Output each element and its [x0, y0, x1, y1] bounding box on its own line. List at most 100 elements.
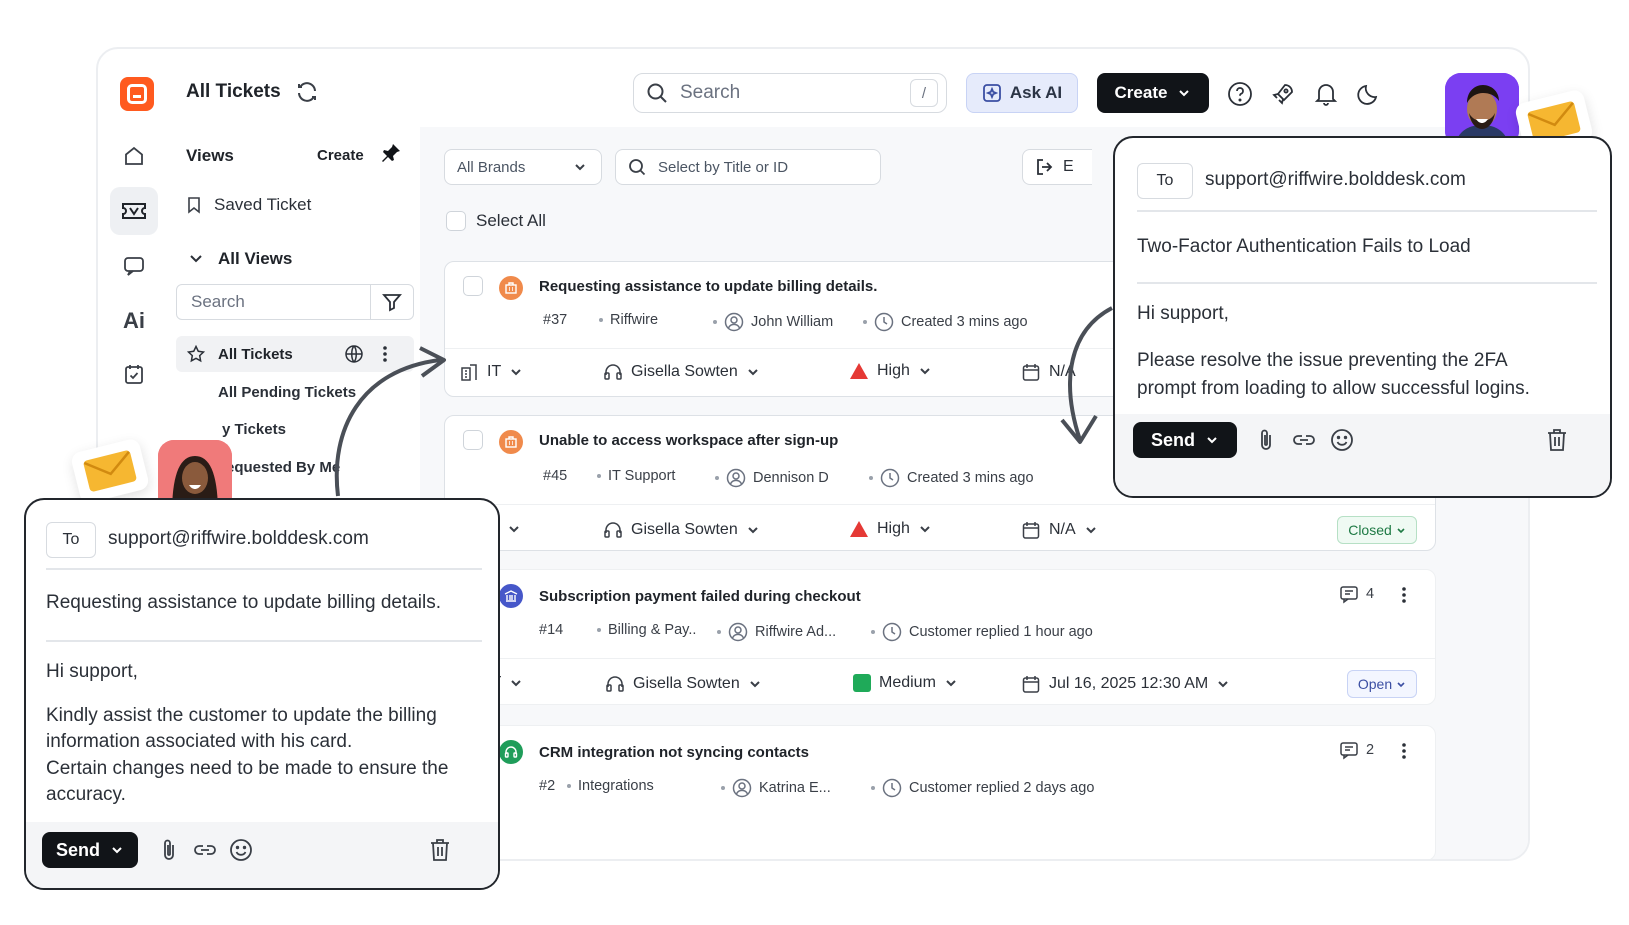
compose-footer: Send [1115, 414, 1610, 496]
more-options-icon[interactable] [1401, 742, 1407, 760]
link-icon[interactable] [1291, 428, 1317, 452]
chevron-down-icon [511, 680, 521, 687]
message-body-line[interactable]: accuracy. [46, 782, 126, 808]
task-icon[interactable] [110, 350, 158, 398]
pin-icon[interactable] [380, 142, 402, 164]
agent-dropdown[interactable]: Gisella Sowten [605, 674, 762, 694]
divider [1137, 210, 1597, 212]
ticket-checkbox[interactable] [463, 276, 483, 296]
group-dropdown[interactable]: IT [459, 362, 523, 382]
status-badge[interactable]: Closed [1337, 516, 1417, 544]
ticket-time-label: Created 3 mins ago [901, 314, 1028, 330]
comment-count[interactable]: 4 [1339, 584, 1374, 604]
ticket-select-placeholder: Select by Title or ID [658, 158, 789, 176]
ai-icon[interactable]: Ai [110, 297, 158, 345]
ticket-title[interactable]: Requesting assistance to update billing … [539, 278, 877, 295]
home-icon[interactable] [110, 132, 158, 180]
all-views-toggle[interactable]: All Views [188, 249, 292, 269]
select-all-checkbox[interactable] [446, 211, 466, 231]
agent-dropdown[interactable]: Gisella Sowten [603, 362, 760, 382]
star-icon[interactable] [187, 345, 205, 363]
message-body-line[interactable]: Please resolve the issue preventing the … [1137, 348, 1508, 374]
chevron-down-icon [575, 164, 585, 171]
views-search[interactable]: Search [176, 284, 414, 320]
status-badge[interactable]: Open [1347, 670, 1417, 698]
export-button[interactable]: E [1022, 149, 1092, 185]
saved-ticket-label: Saved Ticket [214, 195, 312, 214]
views-search-input[interactable]: Search [191, 292, 370, 312]
chevron-down-icon [1218, 681, 1228, 688]
ticket-contact: Katrina E... [721, 778, 831, 798]
message-body-line[interactable]: information associated with his card. [46, 729, 352, 755]
message-greeting[interactable]: Hi support, [46, 659, 138, 685]
ticket-card[interactable]: Subscription payment failed during check… [444, 569, 1436, 705]
priority-dropdown[interactable]: Medium [853, 674, 958, 692]
send-button[interactable]: Send [1133, 422, 1237, 458]
message-greeting[interactable]: Hi support, [1137, 301, 1229, 327]
ask-ai-button[interactable]: Ask AI [966, 73, 1078, 113]
ticket-checkbox[interactable] [463, 430, 483, 450]
global-search[interactable]: Search / [633, 73, 947, 113]
ticket-brand-icon [499, 584, 523, 608]
trash-icon[interactable] [428, 837, 452, 863]
message-body-line[interactable]: Certain changes need to be made to ensur… [46, 756, 448, 782]
chevron-down-icon [920, 368, 930, 375]
trash-icon[interactable] [1545, 427, 1569, 453]
saved-ticket-item[interactable]: Saved Ticket [186, 195, 311, 215]
refresh-icon[interactable] [295, 80, 319, 104]
ticket-title[interactable]: Subscription payment failed during check… [539, 588, 861, 605]
ticket-icon[interactable] [110, 187, 158, 235]
subject-field[interactable]: Requesting assistance to update billing … [46, 590, 441, 616]
chevron-down-icon [1397, 682, 1405, 688]
chat-icon[interactable] [110, 242, 158, 290]
comment-count-value: 2 [1366, 742, 1375, 758]
emoji-icon[interactable] [228, 837, 254, 863]
export-label: E [1063, 158, 1074, 175]
bell-icon[interactable] [1313, 81, 1339, 107]
comment-icon [1340, 742, 1358, 760]
message-body-line[interactable]: prompt from loading to allow successful … [1137, 376, 1530, 402]
comment-count[interactable]: 2 [1339, 740, 1374, 760]
create-button[interactable]: Create [1097, 73, 1209, 113]
more-options-icon[interactable] [1401, 586, 1407, 604]
to-email-field[interactable]: support@riffwire.bolddesk.com [108, 528, 369, 550]
flow-arrow-right [1060, 306, 1113, 444]
emoji-icon[interactable] [1329, 427, 1355, 453]
link-icon[interactable] [192, 838, 218, 862]
brands-dropdown[interactable]: All Brands [444, 149, 602, 185]
message-body-line[interactable]: Kindly assist the customer to update the… [46, 703, 437, 729]
attach-icon[interactable] [1255, 428, 1277, 452]
ticket-brand-icon [499, 430, 523, 454]
ticket-brand-icon [499, 740, 523, 764]
ask-ai-label: Ask AI [1009, 83, 1063, 102]
agent-dropdown[interactable]: Gisella Sowten [603, 520, 760, 540]
views-create-button[interactable]: Create [317, 147, 364, 164]
priority-dropdown[interactable]: High [849, 520, 932, 538]
help-icon[interactable] [1227, 81, 1253, 107]
search-input[interactable]: Search [680, 82, 910, 104]
calendar-icon [1022, 364, 1040, 381]
ticket-title[interactable]: CRM integration not syncing contacts [539, 744, 809, 761]
clock-icon [882, 622, 902, 642]
ticket-card[interactable]: CRM integration not syncing contacts #2 … [444, 725, 1436, 859]
due-date-dropdown[interactable]: Jul 16, 2025 12:30 AM [1021, 674, 1230, 694]
ticket-contact-label: John William [751, 314, 834, 330]
divider [1137, 282, 1597, 284]
attach-icon[interactable] [158, 838, 180, 862]
rocket-icon[interactable] [1270, 81, 1296, 107]
search-icon [646, 82, 668, 104]
due-date-dropdown[interactable]: N/A [1021, 520, 1098, 540]
to-email-field[interactable]: support@riffwire.bolddesk.com [1205, 169, 1466, 191]
subject-field[interactable]: Two-Factor Authentication Fails to Load [1137, 234, 1471, 260]
view-item-my-tickets[interactable]: y Tickets [222, 421, 286, 438]
ticket-id: #37 [543, 312, 568, 328]
send-button[interactable]: Send [42, 832, 138, 868]
ticket-title[interactable]: Unable to access workspace after sign-up [539, 432, 838, 449]
priority-dropdown[interactable]: High [849, 362, 932, 380]
ticket-contact: Dennison D [715, 468, 829, 488]
ticket-select-input[interactable]: Select by Title or ID [615, 149, 881, 185]
dark-mode-icon[interactable] [1356, 81, 1382, 107]
chevron-down-icon [920, 526, 930, 533]
high-priority-icon [850, 521, 868, 537]
filter-icon[interactable] [371, 292, 413, 312]
